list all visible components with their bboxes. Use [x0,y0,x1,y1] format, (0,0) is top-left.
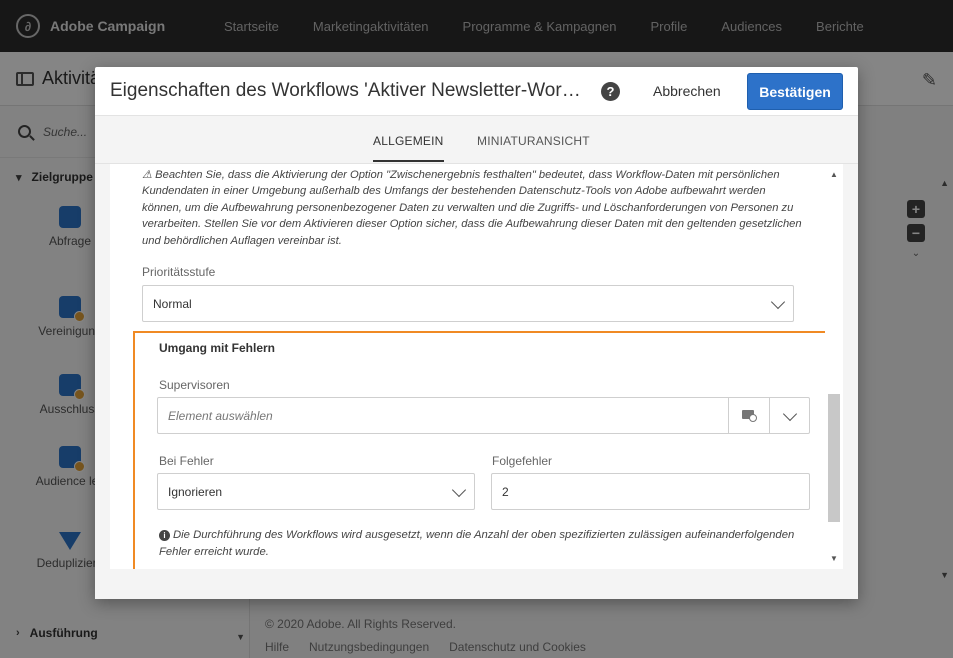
error-handling-section: Umgang mit Fehlern Supervisoren Element … [133,331,835,569]
scroll-up-icon[interactable]: ▲ [830,170,838,179]
info-icon: i [159,530,170,541]
consecutive-errors-label: Folgefehler [492,454,553,468]
on-error-label: Bei Fehler [159,454,214,468]
error-info-note: i Die Durchführung des Workflows wird aus… [159,527,809,561]
scroll-thumb[interactable] [828,394,840,522]
error-info-text: Die Durchführung des Workflows wird ausg… [159,529,795,558]
dialog-tabs: ALLGEMEIN MINIATURANSICHT [95,115,858,164]
dialog-body: ⚠ Beachten Sie, dass die Aktivierung der… [95,164,858,599]
dialog-header: Eigenschaften des Workflows 'Aktiver New… [95,67,858,115]
dialog-title: Eigenschaften des Workflows 'Aktiver New… [110,80,588,101]
confirm-button[interactable]: Bestätigen [747,73,843,110]
on-error-value: Ignorieren [168,485,223,499]
consecutive-errors-value[interactable]: 2 [502,485,509,499]
dropdown-button[interactable] [769,398,809,434]
chevron-down-icon [451,482,467,498]
folder-icon [742,410,757,422]
tab-general[interactable]: ALLGEMEIN [373,134,444,162]
consecutive-errors-input[interactable]: 2 [491,473,810,510]
workflow-properties-dialog: Eigenschaften des Workflows 'Aktiver New… [95,67,858,599]
error-handling-title: Umgang mit Fehlern [159,341,276,355]
content-scrollbar[interactable]: ▲ ▼ [825,164,843,569]
dialog-content: ⚠ Beachten Sie, dass die Aktivierung der… [110,164,843,569]
on-error-select[interactable]: Ignorieren [157,473,475,510]
cancel-button[interactable]: Abbrechen [653,83,721,99]
supervisors-field[interactable]: Element auswählen [157,397,810,434]
help-icon[interactable]: ? [601,82,620,101]
scroll-down-icon[interactable]: ▼ [830,554,838,563]
supervisors-input[interactable]: Element auswählen [168,409,273,423]
persistence-warning: ⚠ Beachten Sie, dass die Aktivierung der… [142,169,802,247]
priority-select[interactable]: Normal [142,285,794,322]
chevron-down-icon [770,294,786,310]
tab-thumbnail[interactable]: MINIATURANSICHT [477,134,590,148]
chevron-down-icon [782,406,798,422]
browse-button[interactable] [728,398,769,434]
priority-label: Prioritätsstufe [142,265,216,279]
supervisors-label: Supervisoren [159,378,230,392]
priority-value: Normal [153,297,192,311]
